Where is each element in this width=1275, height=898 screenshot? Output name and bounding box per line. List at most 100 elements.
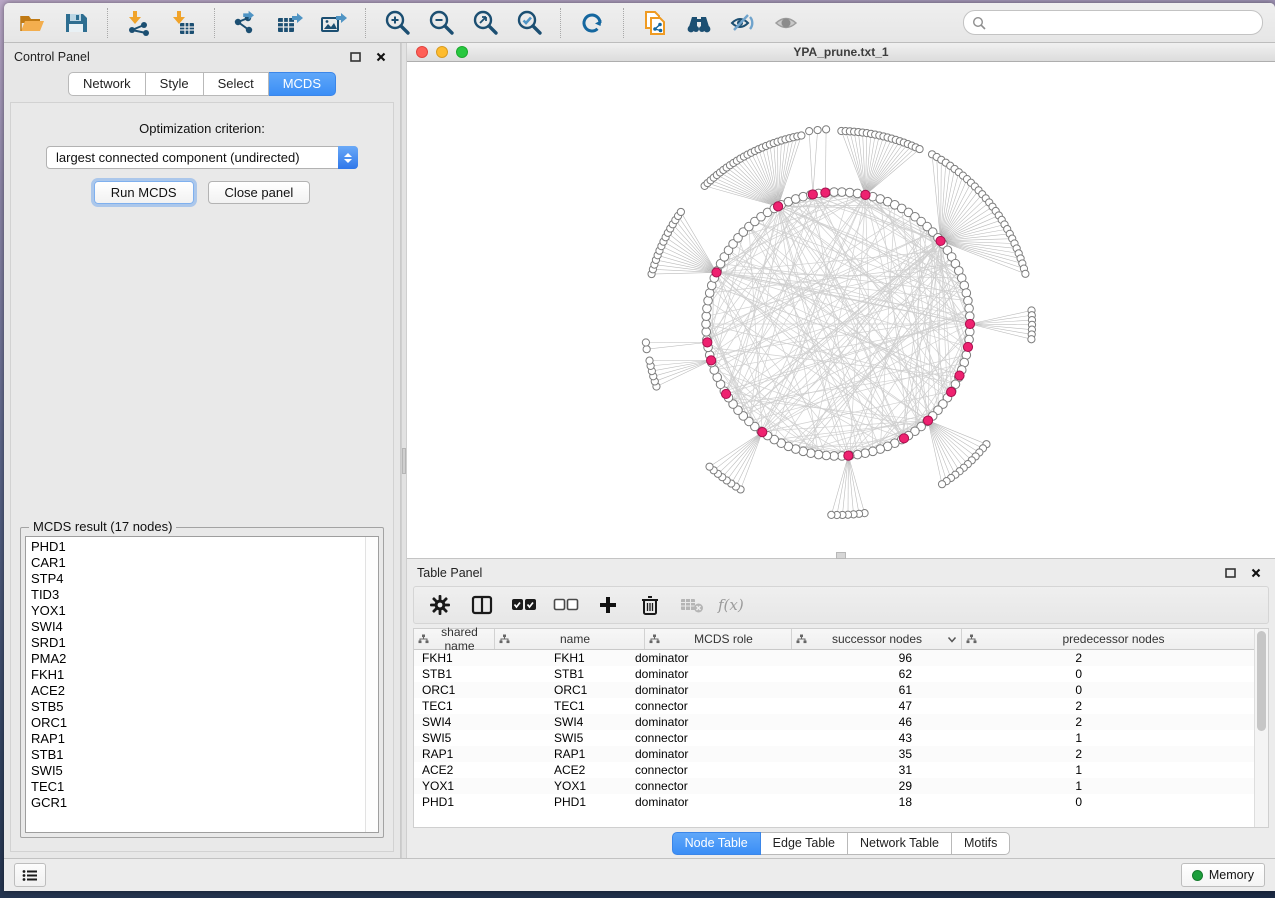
cell-shared-name: STB1 (414, 666, 546, 682)
column-header[interactable]: name (495, 629, 645, 649)
zoom-fit-button[interactable] (465, 6, 505, 40)
add-column-button[interactable] (592, 590, 624, 620)
float-panel-button[interactable] (346, 48, 364, 66)
cell-shared-name: SWI4 (414, 714, 546, 730)
tab-network-table[interactable]: Network Table (848, 832, 952, 855)
mcds-hub-node (947, 387, 956, 396)
delete-table-button[interactable] (676, 590, 708, 620)
show-column-panel-icon (471, 595, 493, 615)
export-table-button[interactable] (270, 6, 310, 40)
unselect-all-columns-button[interactable] (550, 590, 582, 620)
run-mcds-button[interactable]: Run MCDS (94, 181, 194, 204)
cell-predecessor-nodes: 2 (924, 714, 1094, 730)
table-scrollbar-thumb[interactable] (1257, 631, 1266, 731)
show-column-panel-button[interactable] (466, 590, 498, 620)
float-icon (350, 52, 361, 62)
export-network-button[interactable] (226, 6, 266, 40)
mcds-hub-node (712, 268, 721, 277)
mcds-result-item[interactable]: SWI4 (31, 619, 365, 635)
tab-edge-table[interactable]: Edge Table (761, 832, 848, 855)
mcds-result-item[interactable]: ORC1 (31, 715, 365, 731)
table-options-gear-button[interactable] (424, 590, 456, 620)
splitter-handle[interactable] (402, 448, 406, 474)
horizontal-splitter-handle[interactable] (836, 552, 846, 559)
column-header[interactable]: successor nodes (792, 629, 962, 649)
mcds-result-item[interactable]: STP4 (31, 571, 365, 587)
mcds-result-item[interactable]: SRD1 (31, 635, 365, 651)
column-header[interactable]: MCDS role (645, 629, 792, 649)
tab-node-table[interactable]: Node Table (672, 832, 761, 855)
zoom-in-button[interactable] (377, 6, 417, 40)
duplicate-network-button[interactable] (635, 6, 675, 40)
optimization-criterion-select[interactable]: largest connected component (undirected) (46, 146, 358, 169)
show-task-history-button[interactable] (14, 863, 46, 887)
tab-select[interactable]: Select (204, 72, 269, 96)
delete-column-button[interactable] (634, 590, 666, 620)
mcds-result-item[interactable]: ACE2 (31, 683, 365, 699)
cell-name: STB1 (546, 666, 627, 682)
delete-table-icon (680, 596, 704, 614)
mcds-result-item[interactable]: GCR1 (31, 795, 365, 811)
zoom-out-button[interactable] (421, 6, 461, 40)
close-panel-action-button[interactable]: Close panel (208, 181, 311, 204)
mcds-result-item[interactable]: SWI5 (31, 763, 365, 779)
table-row[interactable]: TEC1 TEC1 connector 47 2 (414, 698, 1254, 714)
import-table-button[interactable] (163, 6, 203, 40)
open-file-button[interactable] (12, 6, 52, 40)
table-row[interactable]: RAP1 RAP1 dominator 35 2 (414, 746, 1254, 762)
mcds-result-item[interactable]: RAP1 (31, 731, 365, 747)
network-graph[interactable] (407, 62, 1275, 558)
tab-network[interactable]: Network (68, 72, 146, 96)
mcds-result-item[interactable]: STB1 (31, 747, 365, 763)
memory-button[interactable]: Memory (1181, 863, 1265, 887)
float-table-panel-button[interactable] (1221, 564, 1239, 582)
table-row[interactable]: ACE2 ACE2 connector 31 1 (414, 762, 1254, 778)
table-row[interactable]: PHD1 PHD1 dominator 18 0 (414, 794, 1254, 810)
tab-motifs[interactable]: Motifs (952, 832, 1010, 855)
refresh-layout-button[interactable] (572, 6, 612, 40)
search-input[interactable] (991, 16, 1254, 30)
tab-mcds[interactable]: MCDS (269, 72, 336, 96)
mcds-result-item[interactable]: CAR1 (31, 555, 365, 571)
close-icon (376, 52, 386, 62)
cell-name: RAP1 (546, 746, 627, 762)
mcds-result-item[interactable]: PHD1 (31, 539, 365, 555)
column-header[interactable]: predecessor nodes (962, 629, 1254, 649)
table-row[interactable]: YOX1 YOX1 connector 29 1 (414, 778, 1254, 794)
close-table-panel-button[interactable] (1247, 564, 1265, 582)
import-network-button[interactable] (119, 6, 159, 40)
mcds-list-scrollbar[interactable] (365, 537, 378, 832)
select-all-columns-button[interactable] (508, 590, 540, 620)
network-view-area: YPA_prune.txt_1 (407, 43, 1275, 559)
task-list-icon (22, 869, 38, 882)
table-header-row: shared name name (414, 629, 1254, 650)
table-scrollbar[interactable] (1254, 629, 1268, 827)
table-row[interactable]: FKH1 FKH1 dominator 96 2 (414, 650, 1254, 666)
cell-predecessor-nodes: 1 (924, 730, 1094, 746)
function-builder-icon[interactable]: f(x) (718, 596, 744, 614)
show-graphics-details-button[interactable] (767, 6, 807, 40)
first-neighbors-button[interactable] (679, 6, 719, 40)
close-panel-button[interactable] (372, 48, 390, 66)
search-box (963, 10, 1263, 35)
mcds-result-item[interactable]: STB5 (31, 699, 365, 715)
save-session-button[interactable] (56, 6, 96, 40)
table-row[interactable]: ORC1 ORC1 dominator 61 0 (414, 682, 1254, 698)
mcds-result-item[interactable]: YOX1 (31, 603, 365, 619)
zoom-selected-button[interactable] (509, 6, 549, 40)
export-image-button[interactable] (314, 6, 354, 40)
mcds-result-item[interactable]: TEC1 (31, 779, 365, 795)
column-header[interactable]: shared name (414, 629, 495, 649)
cell-shared-name: ACE2 (414, 762, 546, 778)
mcds-result-item[interactable]: PMA2 (31, 651, 365, 667)
table-row[interactable]: STB1 STB1 dominator 62 0 (414, 666, 1254, 682)
hide-graphics-details-button[interactable] (723, 6, 763, 40)
mcds-result-item[interactable]: TID3 (31, 587, 365, 603)
tab-style[interactable]: Style (146, 72, 204, 96)
table-row[interactable]: SWI5 SWI5 connector 43 1 (414, 730, 1254, 746)
attribute-type-icon (418, 634, 429, 644)
table-row[interactable]: SWI4 SWI4 dominator 46 2 (414, 714, 1254, 730)
optimization-criterion-label: Optimization criterion: (11, 121, 393, 136)
cell-name: PHD1 (546, 794, 627, 810)
mcds-result-item[interactable]: FKH1 (31, 667, 365, 683)
